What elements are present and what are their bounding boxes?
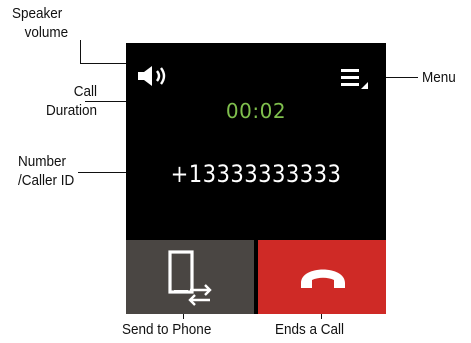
menu-icon[interactable] [341,68,369,90]
callout-speaker-volume: Speaker volume [12,4,68,42]
callout-call-duration-line1: Call [73,83,98,100]
callout-number-line2: /Caller ID [18,172,75,189]
callout-ends-a-call: Ends a Call [275,321,345,338]
callout-send-to-phone: Send to Phone [122,321,212,338]
send-to-phone-button[interactable] [126,240,254,314]
callout-speaker-volume-line1: Speaker [12,5,63,22]
callout-speaker-volume-line2: volume [24,24,69,41]
end-call-icon [301,269,345,288]
caller-number: +13333333333 [170,160,342,188]
callout-call-duration-line2: Duration [46,102,98,119]
call-duration: 00:02 [225,99,287,123]
callout-number-caller-id: Number /Caller ID [18,152,74,190]
send-to-phone-icon [168,250,212,306]
callout-number-line1: Number [18,153,67,170]
callout-menu: Menu [422,69,456,86]
leader-speaker-h [80,63,132,64]
speaker-volume-icon[interactable] [138,65,172,87]
leader-speaker [80,40,81,64]
end-call-button[interactable] [258,240,386,314]
call-screen: 00:02 +13333333333 [126,43,386,314]
